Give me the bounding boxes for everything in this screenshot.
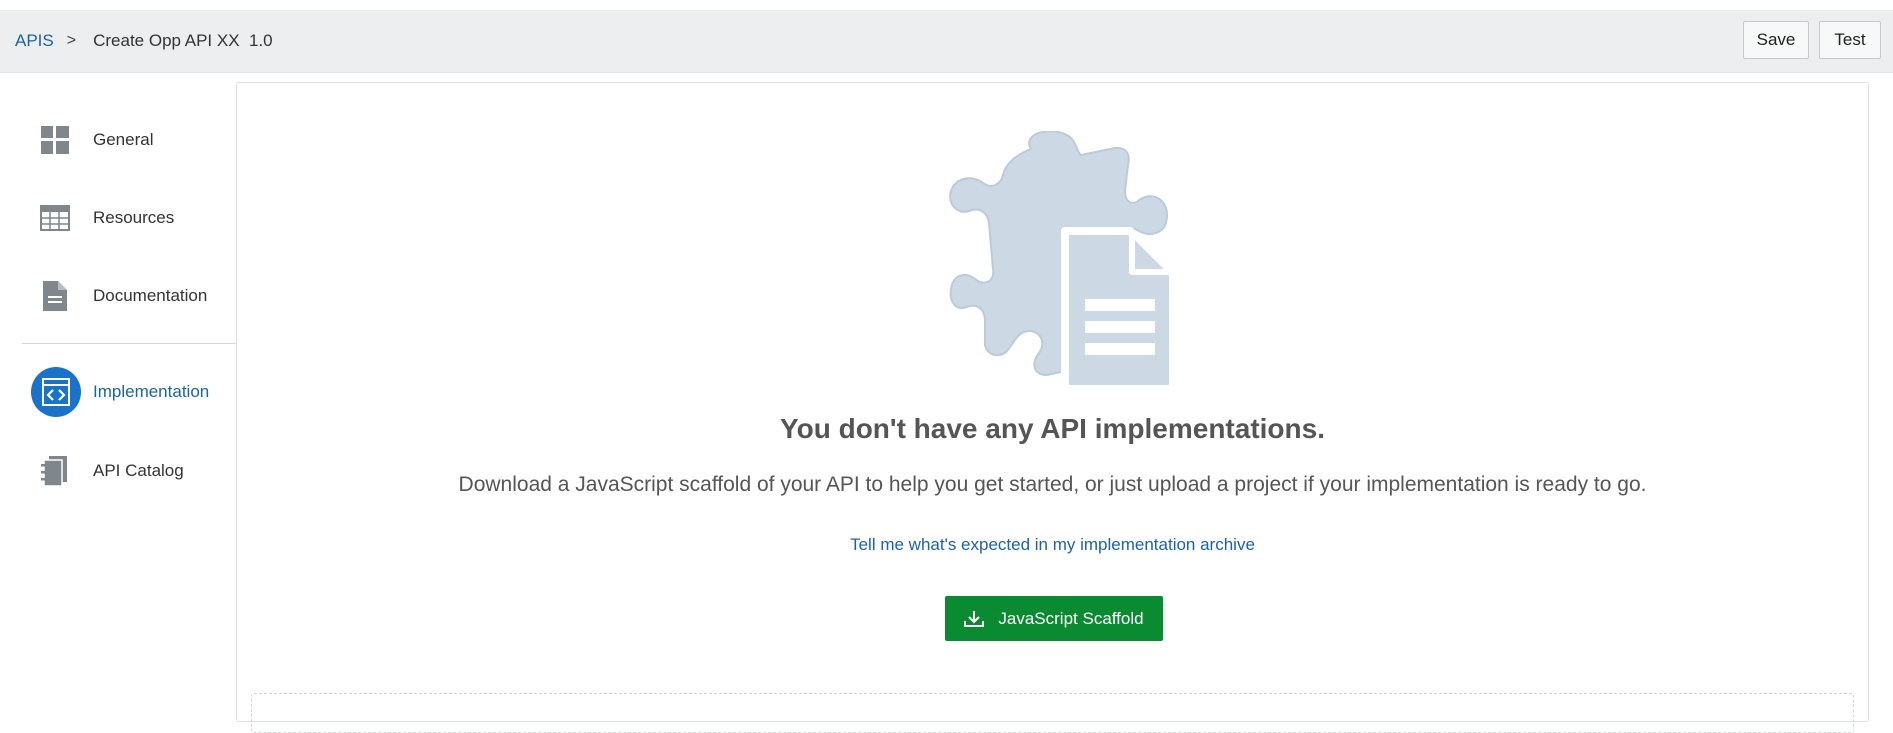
empty-state-description: Download a JavaScript scaffold of your A…: [458, 473, 1647, 496]
javascript-scaffold-button[interactable]: JavaScript Scaffold: [945, 596, 1163, 641]
breadcrumb-current: Create Opp API XX 1.0: [93, 31, 273, 50]
sidebar-item-resources[interactable]: Resources: [0, 188, 236, 248]
sidebar-item-label: API Catalog: [93, 461, 184, 480]
sidebar-item-implementation[interactable]: Implementation: [0, 362, 236, 422]
implementation-panel: You don't have any API implementations. …: [236, 82, 1869, 733]
empty-state-title: You don't have any API implementations.: [780, 413, 1325, 444]
test-button[interactable]: Test: [1819, 21, 1881, 59]
sidebar-item-api-catalog[interactable]: API Catalog: [0, 441, 236, 501]
breadcrumb-separator: >: [66, 32, 77, 49]
upload-drop-zone[interactable]: [251, 693, 1854, 733]
download-icon: [964, 610, 985, 628]
catalog-icon: [40, 456, 70, 486]
sidebar-item-label: Implementation: [93, 382, 210, 401]
implementation-archive-help-link: Tell me what's expected in my implementa…: [237, 535, 1868, 555]
grid-icon: [40, 125, 70, 155]
sidebar-divider: [22, 343, 236, 344]
save-button[interactable]: Save: [1743, 21, 1809, 59]
breadcrumb-apis-link[interactable]: APIS: [15, 31, 54, 51]
code-icon: [31, 367, 81, 417]
table-icon: [40, 203, 70, 233]
sidebar-item-label: Resources: [93, 208, 175, 227]
document-icon: [40, 281, 70, 311]
breadcrumb: APIS > Create Opp API XX 1.0: [15, 10, 273, 72]
sidebar-item-label: Documentation: [93, 286, 208, 305]
sidebar-item-label: General: [93, 130, 154, 149]
top-strip: [0, 0, 1893, 10]
sidebar-item-general[interactable]: General: [0, 110, 236, 170]
help-link-text[interactable]: Tell me what's expected in my implementa…: [850, 535, 1255, 554]
sidebar-item-documentation[interactable]: Documentation: [0, 266, 236, 326]
puzzle-document-icon: [935, 130, 1235, 391]
scaffold-button-label: JavaScript Scaffold: [998, 608, 1144, 628]
header-bar: APIS > Create Opp API XX 1.0 Save Test: [0, 10, 1893, 73]
sidebar: General Resources Documentation Implemen…: [0, 72, 236, 700]
